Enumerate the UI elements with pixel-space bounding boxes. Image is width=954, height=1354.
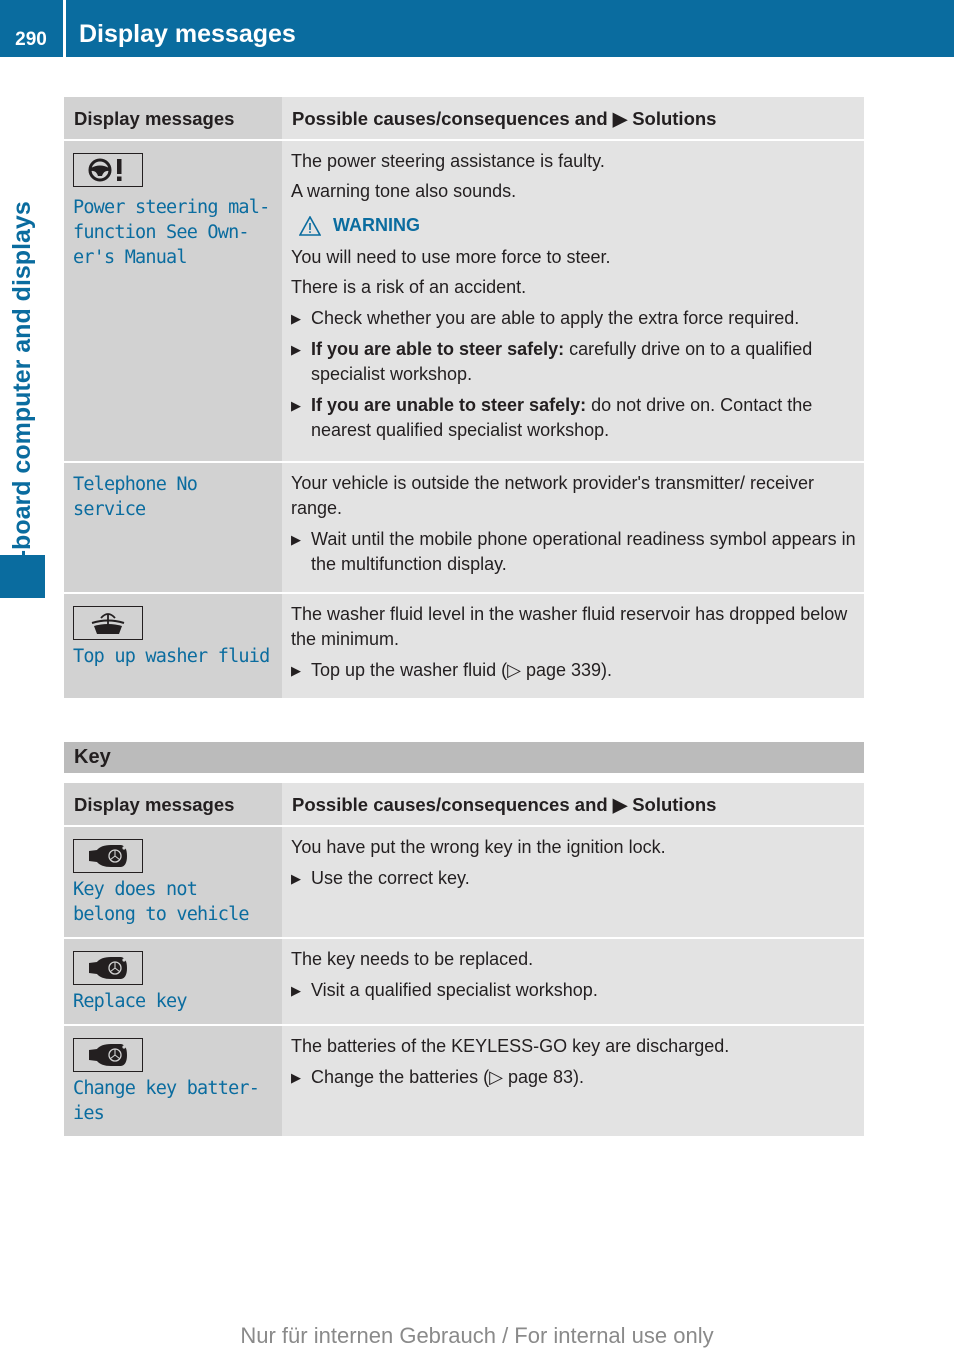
step-arrow-icon: ▶ [291, 663, 301, 678]
col-header-causes: Possible causes/consequences and ▶ Solut… [292, 108, 717, 129]
header-bar: 290 Display messages [0, 0, 954, 57]
step-arrow-icon: ▶ [291, 871, 301, 886]
warning-triangle-icon [299, 215, 321, 236]
solution-step: ▶ Visit a qualified specialist workshop. [291, 978, 856, 1003]
solution-step: ▶ If you are unable to steer safely: do n… [291, 395, 813, 440]
cause-text: Your vehicle is outside the network prov… [291, 473, 815, 518]
key-icon [73, 839, 143, 873]
display-message-text: Power steering mal- function See Own- er… [73, 197, 270, 268]
display-message-text: Top up washer fluid [73, 646, 270, 667]
table-header-row: Display messages Possible causes/consequ… [64, 783, 864, 826]
solutions-triangle-icon: ▶ [612, 108, 628, 129]
solution-step: ▶ Wait until the mobile phone operational… [291, 529, 856, 574]
chapter-label: On-board computer and displays [8, 201, 36, 593]
warning-heading: WARNING [299, 213, 856, 238]
footer-watermark: Nur für internen Gebrauch / For internal… [240, 1323, 714, 1348]
warning-text: You will need to use more force to steer… [291, 247, 611, 267]
display-message-text: Change key batter- ies [73, 1078, 260, 1124]
solution-step: ▶ If you are able to steer safely: carefu… [291, 339, 813, 384]
cause-text: The key needs to be replaced. [291, 949, 534, 969]
cause-text: A warning tone also sounds. [291, 181, 517, 201]
display-message-text: Key does not belong to vehicle [73, 879, 250, 925]
table-header-row: Display messages Possible causes/consequ… [64, 97, 864, 140]
table-row: Change key batter- ies The batteries of … [64, 1024, 864, 1136]
step-arrow-icon: ▶ [291, 532, 301, 547]
power-steering-warning-icon [73, 153, 143, 187]
solution-step: ▶ Check whether you are able to apply the… [291, 306, 856, 331]
key-messages-table: Display messages Possible causes/consequ… [64, 783, 864, 1136]
display-messages-table: Display messages Possible causes/consequ… [64, 97, 864, 698]
col-header-causes: Possible causes/consequences and ▶ Solut… [292, 794, 717, 815]
cause-text: The power steering assistance is faulty. [291, 151, 605, 171]
solution-step: ▶ Use the correct key. [291, 866, 856, 891]
solutions-triangle-icon: ▶ [612, 794, 628, 815]
col-header-display-messages: Display messages [74, 108, 235, 129]
solution-step: ▶ Top up the washer fluid (▷ page 339). [291, 658, 856, 683]
cause-text: The batteries of the KEYLESS-GO key are … [291, 1036, 730, 1056]
cause-text: The washer fluid level in the washer flu… [291, 604, 848, 649]
step-arrow-icon: ▶ [291, 1070, 301, 1085]
step-arrow-icon: ▶ [291, 311, 301, 326]
table-row: Key does not belong to vehicle You have … [64, 825, 864, 938]
step-arrow-icon: ▶ [291, 398, 301, 413]
cause-text: You have put the wrong key in the igniti… [291, 837, 666, 857]
side-tab-marker [0, 555, 45, 598]
header-divider [63, 0, 66, 57]
display-message-text: Replace key [73, 991, 188, 1012]
section-heading-key: Key [64, 742, 864, 773]
table-row: Replace key The key needs to be replaced… [64, 937, 864, 1025]
washer-fluid-icon [73, 606, 143, 640]
table-row: Telephone No service Your vehicle is out… [64, 461, 864, 593]
page-title: Display messages [79, 20, 296, 48]
warning-text: There is a risk of an accident. [291, 277, 527, 297]
display-message-text: Telephone No service [73, 474, 198, 520]
step-arrow-icon: ▶ [291, 342, 301, 357]
side-tab: On-board computer and displays [0, 57, 45, 598]
table-row: Top up washer fluid The washer fluid lev… [64, 592, 864, 698]
col-header-display-messages: Display messages [74, 794, 235, 815]
step-arrow-icon: ▶ [291, 983, 301, 998]
key-icon [73, 951, 143, 985]
table-row: Power steering mal- function See Own- er… [64, 139, 864, 462]
page-number: 290 [15, 29, 47, 50]
key-icon [73, 1038, 143, 1072]
solution-step: ▶ Change the batteries (▷ page 83). [291, 1065, 856, 1090]
